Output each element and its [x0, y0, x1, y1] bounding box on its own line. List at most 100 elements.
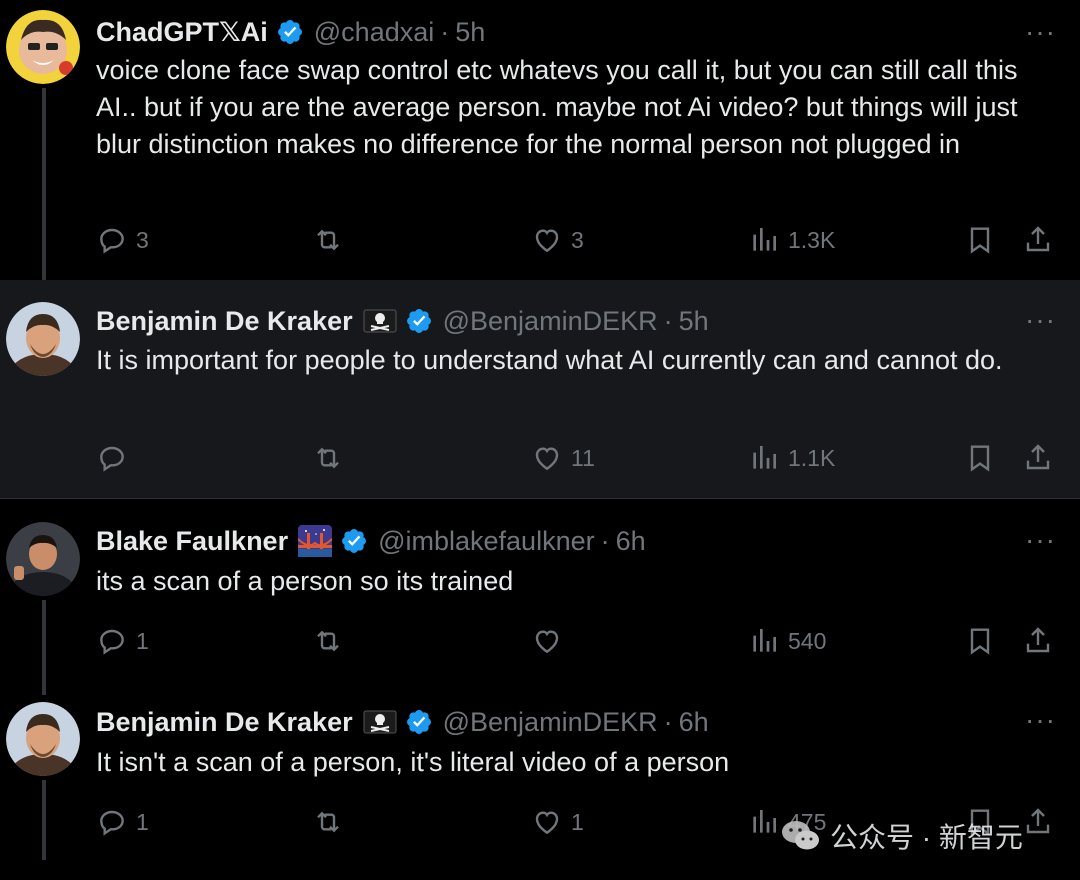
skull-crossbones-flag-icon: [363, 308, 397, 334]
reply-count: 3: [136, 226, 149, 253]
retweet-button[interactable]: [312, 621, 344, 661]
tweet[interactable]: Blake Faulkner @imblakefaulkner · 6h ···…: [0, 500, 1080, 680]
share-button[interactable]: [1022, 220, 1054, 260]
share-button[interactable]: [1022, 802, 1054, 842]
more-options-icon[interactable]: ···: [1025, 304, 1056, 336]
tweet-text: It isn't a scan of a person, it's litera…: [96, 747, 730, 777]
heart-icon: [535, 447, 559, 471]
bookmark-icon: [970, 628, 990, 655]
view-count: 1.1K: [788, 444, 836, 471]
bookmark-button[interactable]: [964, 621, 996, 661]
avatar[interactable]: [6, 522, 80, 596]
skull-crossbones-flag-icon: [363, 709, 397, 735]
share-button[interactable]: [1022, 621, 1054, 661]
view-count: 1.3K: [788, 226, 836, 253]
avatar-image: [6, 702, 80, 776]
views-icon: [753, 446, 776, 469]
reply-button[interactable]: 3: [96, 220, 149, 260]
separator: ·: [663, 706, 673, 737]
avatar[interactable]: [6, 702, 80, 776]
retweet-button[interactable]: [312, 220, 344, 260]
timestamp[interactable]: 6h: [616, 526, 646, 557]
view-count: 540: [788, 627, 827, 654]
bookmark-icon: [970, 445, 990, 472]
heart-icon: [535, 630, 559, 654]
action-bar: 3 3 1.3K: [96, 220, 1060, 260]
verified-badge-icon: [340, 527, 368, 555]
action-bar: 11 1.1K: [96, 438, 1060, 478]
like-button[interactable]: [531, 621, 563, 661]
user-handle[interactable]: @BenjaminDEKR: [443, 707, 658, 738]
share-icon: [1026, 808, 1050, 834]
display-name[interactable]: Benjamin De Kraker: [96, 707, 353, 738]
tweet-focused[interactable]: Benjamin De Kraker @BenjaminDEKR · 5h ··…: [0, 280, 1080, 498]
like-count: 11: [571, 444, 595, 471]
avatar-image: [6, 302, 80, 376]
reply-button[interactable]: [96, 438, 128, 478]
retweet-button[interactable]: [312, 438, 344, 478]
timestamp[interactable]: 5h: [455, 17, 485, 48]
retweet-icon: [317, 447, 339, 469]
action-bar: 1 540: [96, 621, 1060, 661]
avatar-image: [6, 10, 80, 84]
retweet-icon: [317, 630, 339, 652]
share-button[interactable]: [1022, 438, 1054, 478]
reply-icon: [100, 810, 124, 836]
separator: ·: [440, 16, 450, 47]
bookmark-button[interactable]: [964, 220, 996, 260]
heart-icon: [535, 229, 559, 253]
separator: ·: [663, 305, 673, 336]
tweet[interactable]: ChadGPT𝕏Ai @chadxai · 5h ··· voice clone…: [0, 0, 1080, 280]
more-options-icon[interactable]: ···: [1025, 704, 1056, 736]
reply-button[interactable]: 1: [96, 802, 149, 842]
bookmark-button[interactable]: [964, 438, 996, 478]
tweet-header: ChadGPT𝕏Ai @chadxai · 5h: [96, 14, 485, 50]
timestamp[interactable]: 6h: [679, 707, 709, 738]
tweet-text: It is important for people to understand…: [96, 345, 1003, 375]
timestamp[interactable]: 5h: [679, 306, 709, 337]
divider: [0, 498, 1080, 499]
reply-icon: [100, 446, 124, 472]
views-button[interactable]: 540: [748, 621, 826, 661]
share-icon: [1026, 226, 1050, 252]
avatar-image: [6, 522, 80, 596]
display-name[interactable]: Blake Faulkner: [96, 526, 288, 557]
bookmark-icon: [970, 227, 990, 254]
user-handle[interactable]: @chadxai: [314, 17, 434, 48]
separator: ·: [600, 525, 610, 556]
verified-badge-icon: [405, 708, 433, 736]
avatar[interactable]: [6, 10, 80, 84]
share-icon: [1026, 627, 1050, 653]
retweet-icon: [317, 811, 339, 833]
like-button[interactable]: 11: [531, 438, 595, 478]
display-name[interactable]: Benjamin De Kraker: [96, 306, 353, 337]
display-name[interactable]: ChadGPT𝕏Ai: [96, 17, 268, 48]
like-count: 1: [571, 808, 584, 835]
watermark-text: 公众号 · 新智元: [830, 822, 1023, 853]
bridge-at-night-icon: [298, 525, 333, 557]
reply-button[interactable]: 1: [96, 621, 149, 661]
retweet-icon: [317, 229, 339, 251]
views-icon: [753, 810, 776, 833]
wechat-icon: [782, 821, 819, 850]
reply-icon: [100, 228, 124, 254]
views-icon: [753, 228, 776, 251]
tweet-header: Blake Faulkner @imblakefaulkner · 6h: [96, 523, 646, 559]
views-button[interactable]: 1.1K: [748, 438, 835, 478]
like-button[interactable]: 3: [531, 220, 584, 260]
views-icon: [753, 629, 776, 652]
user-handle[interactable]: @BenjaminDEKR: [443, 306, 658, 337]
like-count: 3: [571, 226, 584, 253]
tweet-header: Benjamin De Kraker @BenjaminDEKR · 5h: [96, 303, 709, 339]
verified-badge-icon: [276, 18, 304, 46]
views-button[interactable]: 1.3K: [748, 220, 835, 260]
retweet-button[interactable]: [312, 802, 344, 842]
more-options-icon[interactable]: ···: [1025, 524, 1056, 556]
more-options-icon[interactable]: ···: [1025, 16, 1056, 48]
tweet-header: Benjamin De Kraker @BenjaminDEKR · 6h: [96, 704, 709, 740]
reply-count: 1: [136, 808, 149, 835]
user-handle[interactable]: @imblakefaulkner: [378, 526, 595, 557]
avatar[interactable]: [6, 302, 80, 376]
like-button[interactable]: 1: [531, 802, 584, 842]
reply-icon: [100, 629, 124, 655]
